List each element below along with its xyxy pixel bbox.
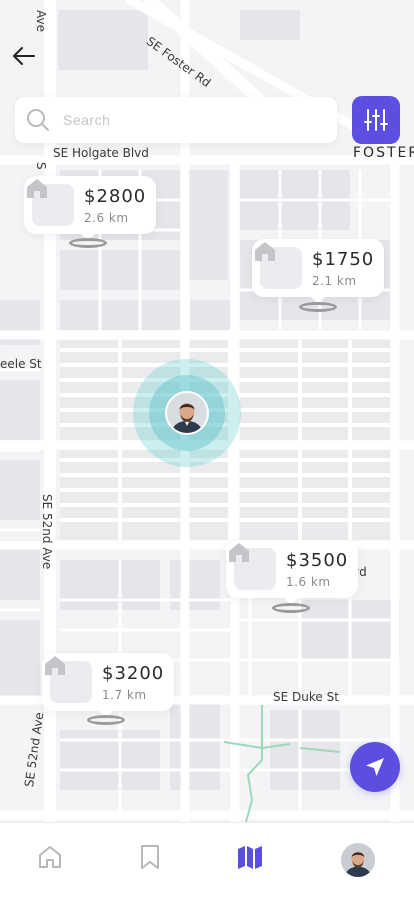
bottom-tab-bar [0,822,414,897]
tab-profile[interactable] [341,843,375,877]
navigation-arrow-icon [366,758,384,776]
listing-card[interactable]: $1750 2.1 km [252,239,385,297]
listing-card[interactable]: $3500 1.6 km [226,540,359,598]
tab-saved[interactable] [130,837,170,877]
pin-marker [69,238,107,248]
bookmark-icon [141,845,159,869]
house-icon [27,179,74,226]
map-label-left-s: S [34,162,48,170]
avatar [341,843,375,877]
listing-distance: 2.6 km [84,210,129,225]
search-bar[interactable] [15,97,337,143]
filter-sliders-icon [364,109,388,131]
listing-distance: 2.1 km [312,273,357,288]
avatar [165,391,209,435]
listing-card[interactable]: $2800 2.6 km [24,176,157,234]
listing-card[interactable]: $3200 1.7 km [42,653,175,711]
map-label-top-ave: Ave [34,10,48,32]
locate-me-button[interactable] [350,742,400,792]
listing-price: $3200 [102,662,165,684]
map-label-se-duke-st: SE Duke St [273,690,339,704]
listing-price: $1750 [312,248,375,270]
listing-price: $2800 [84,185,147,207]
search-icon [25,107,51,133]
map-label-se-holgate-blvd: SE Holgate Blvd [53,146,149,160]
house-icon [255,242,302,289]
back-button[interactable] [8,40,40,72]
map-label-se-52nd-ave-upper: SE 52nd Ave [40,494,54,570]
back-arrow-icon [13,47,35,65]
pin-marker [87,715,125,725]
listing-distance: 1.6 km [286,574,331,589]
tab-home[interactable] [30,837,70,877]
map-icon [238,846,262,869]
tab-map[interactable] [230,837,270,877]
house-icon [45,656,92,703]
current-location-marker[interactable] [133,359,241,467]
listing-distance: 1.7 km [102,687,147,702]
search-input[interactable] [61,111,305,129]
house-icon [229,543,276,590]
listing-price: $3500 [286,549,349,571]
map-label-foster: FOSTER [353,145,414,161]
map-label-steele-st: eele St [0,357,42,371]
pin-marker [299,302,337,312]
pin-marker [272,603,310,613]
home-icon [39,846,61,868]
filter-button[interactable] [352,96,400,144]
